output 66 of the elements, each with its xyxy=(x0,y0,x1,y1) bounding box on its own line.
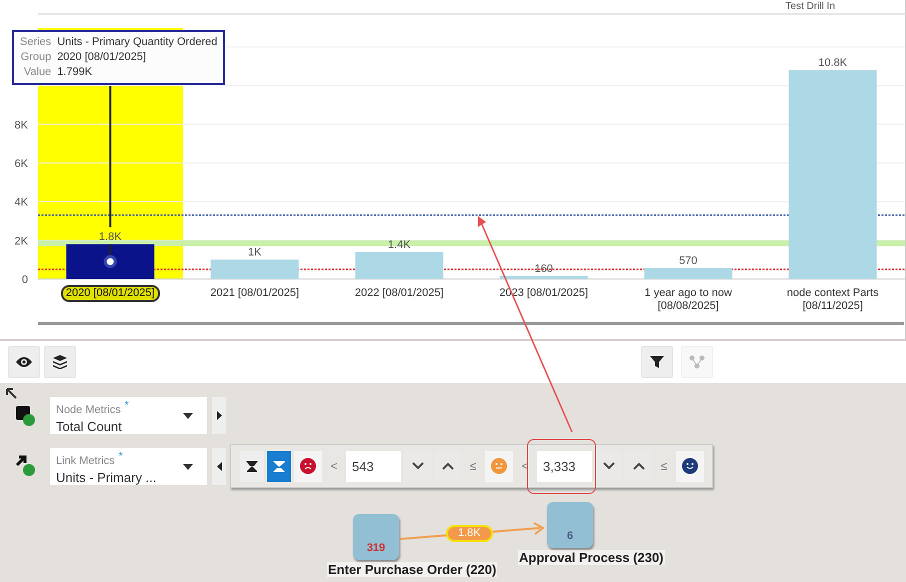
data-point-marker xyxy=(104,255,117,268)
metric-dropdown[interactable]: Link Metrics * Units - Primary ... xyxy=(50,448,207,484)
category-label: node context Parts [08/11/2025] xyxy=(786,287,880,313)
dropdown-label: Node Metrics xyxy=(56,404,121,416)
category-label: 1 year ago to now [08/08/2025] xyxy=(644,287,733,313)
comparison-operator: ≤ xyxy=(660,459,668,473)
y-axis-tick: 2K xyxy=(14,235,28,248)
bar-value-label: 10.8K xyxy=(818,57,848,70)
eye-icon xyxy=(16,356,32,368)
dropdown-value: Units - Primary ... xyxy=(56,470,158,484)
node-label: Approval Process (230) xyxy=(518,550,665,565)
filter-button[interactable] xyxy=(641,346,673,378)
bar[interactable] xyxy=(66,244,154,279)
scrollbar[interactable] xyxy=(38,322,904,325)
hourglass-icon xyxy=(245,460,259,472)
visibility-button[interactable] xyxy=(8,346,40,378)
y-axis-tick: 0 xyxy=(22,274,28,286)
required-marker: * xyxy=(118,450,123,462)
filter-icon xyxy=(650,355,664,369)
caret-left-icon xyxy=(216,462,222,470)
node-count: 6 xyxy=(566,530,574,542)
tooltip-key: Group xyxy=(20,50,52,65)
layers-button[interactable] xyxy=(44,346,76,378)
threshold-input[interactable]: 3,333 xyxy=(537,450,592,482)
threshold-input[interactable]: 543 xyxy=(346,450,401,482)
required-marker: * xyxy=(124,400,129,411)
status-face-button[interactable] xyxy=(294,450,322,482)
dropdown-label: Link Metrics xyxy=(56,454,115,466)
diagonal-arrow-icon[interactable] xyxy=(6,388,17,399)
node-count: 319 xyxy=(366,542,386,554)
dropdown-value: Total Count xyxy=(56,419,123,434)
expand-toggle-button[interactable] xyxy=(212,448,226,484)
drill-in-label[interactable]: Test Drill In xyxy=(786,1,835,12)
link-metric-icon xyxy=(14,454,38,478)
comparison-operator: ≤ xyxy=(468,459,478,473)
display-mode-button[interactable] xyxy=(240,450,264,482)
bar-value-label: 160 xyxy=(534,262,553,275)
bar-value-label: 570 xyxy=(679,254,698,267)
tooltip-key: Value xyxy=(20,65,52,80)
y-axis-tick: 4K xyxy=(14,196,28,209)
category-label: 2021 [08/01/2025] xyxy=(209,287,300,300)
nodes-icon xyxy=(689,355,705,369)
bar-value-label: 1K xyxy=(248,246,262,259)
tooltip-value: 2020 [08/01/2025] xyxy=(57,50,147,65)
tooltip-key: Series xyxy=(20,35,52,50)
tooltip-value: 1.799K xyxy=(57,65,94,80)
caret-icon xyxy=(183,413,193,419)
status-face-button[interactable] xyxy=(676,450,704,482)
hourglass-icon xyxy=(272,460,286,472)
y-axis-tick: 8K xyxy=(14,119,28,132)
chevron-up-icon xyxy=(632,462,644,470)
caret-right-icon xyxy=(216,411,222,420)
chevron-down-icon xyxy=(412,462,424,470)
caret-icon xyxy=(183,464,193,470)
layers-icon xyxy=(53,355,67,369)
y-axis-tick: 6K xyxy=(14,158,28,170)
category-label: 2020 [08/01/2025] xyxy=(62,287,158,300)
node-metric-icon xyxy=(14,404,38,428)
comparison-operator: < xyxy=(329,459,338,473)
category-label: 2022 [08/01/2025] xyxy=(354,287,445,300)
expand-toggle-button[interactable] xyxy=(212,397,226,434)
chevron-down-icon xyxy=(602,462,614,470)
metric-dropdown[interactable]: Node Metrics * Total Count xyxy=(50,397,207,434)
chevron-up-icon xyxy=(442,462,454,470)
node-label: Enter Purchase Order (220) xyxy=(327,562,498,577)
tooltip-value: Units - Primary Quantity Ordered xyxy=(57,35,218,50)
